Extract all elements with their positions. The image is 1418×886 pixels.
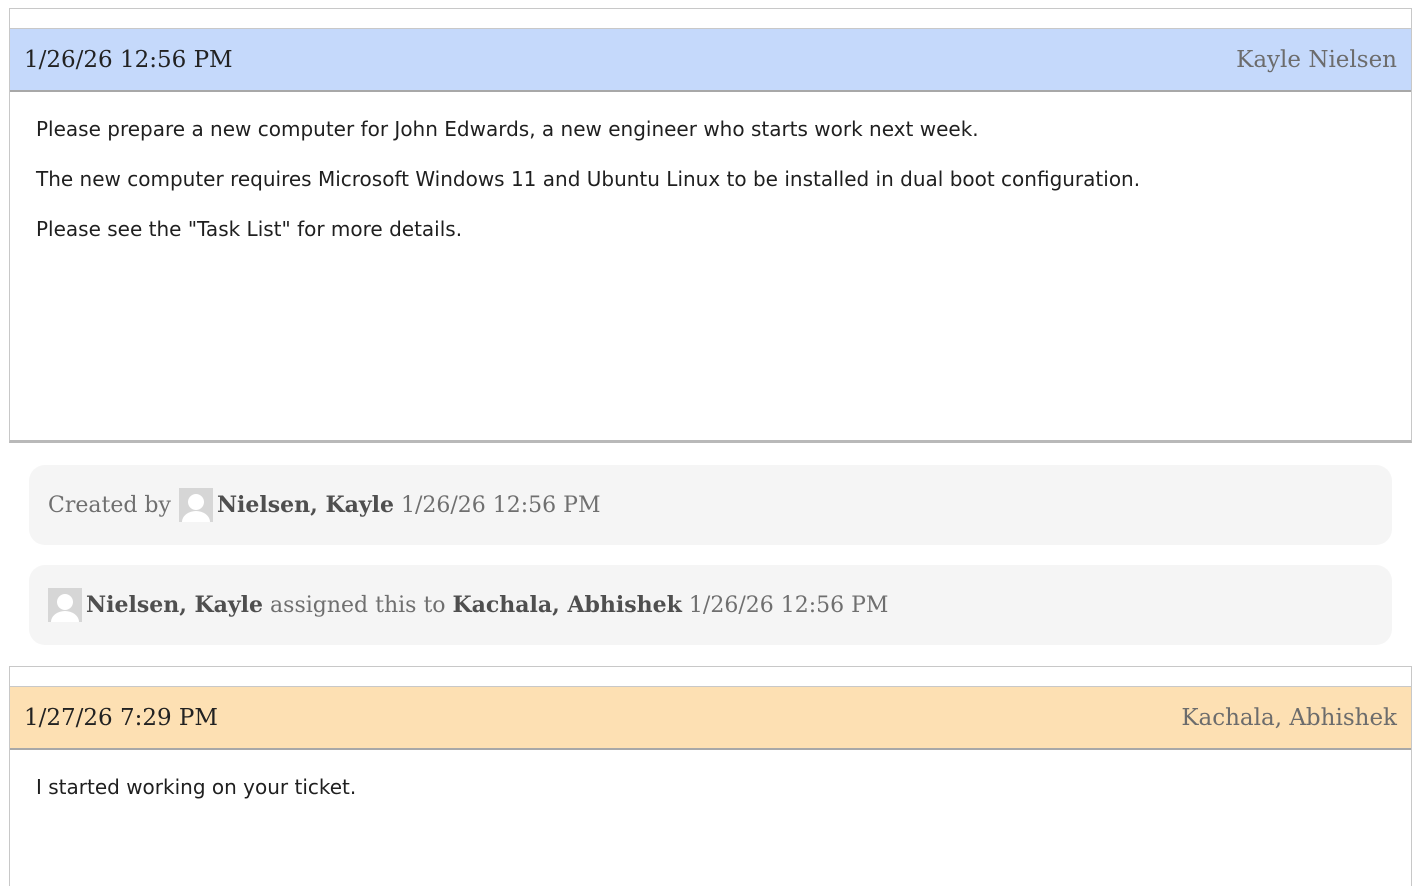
ticket-paragraph: Please see the "Task List" for more deta… bbox=[36, 217, 463, 241]
reply-header: 1/27/26 7:29 PM Kachala, Abhishek bbox=[10, 687, 1411, 750]
assigner-name[interactable]: Nielsen, Kayle bbox=[86, 592, 263, 618]
ticket-paragraph: The new computer requires Microsoft Wind… bbox=[36, 167, 1141, 191]
ticket-author[interactable]: Kayle Nielsen bbox=[1236, 47, 1397, 73]
assigned-event: Nielsen, Kayle assigned this to Kachala,… bbox=[29, 565, 1392, 645]
assignee-name[interactable]: Kachala, Abhishek bbox=[453, 592, 682, 618]
ticket-header: 1/26/26 12:56 PM Kayle Nielsen bbox=[10, 29, 1411, 92]
assigned-timestamp: 1/26/26 12:56 PM bbox=[688, 592, 889, 618]
assigned-action: assigned this to bbox=[270, 592, 446, 618]
reply-paragraph: I started working on your ticket. bbox=[36, 775, 357, 799]
reply-card: 1/27/26 7:29 PM Kachala, Abhishek I star… bbox=[9, 666, 1412, 886]
user-avatar-icon bbox=[48, 588, 82, 622]
ticket-date: 1/26/26 12:56 PM bbox=[24, 46, 233, 73]
created-prefix: Created by bbox=[48, 492, 171, 518]
ticket-card: 1/26/26 12:56 PM Kayle Nielsen Please pr… bbox=[9, 8, 1412, 443]
card-top-spacer bbox=[10, 667, 1411, 687]
user-avatar-icon bbox=[178, 488, 213, 522]
created-event: Created by Nielsen, Kayle 1/26/26 12:56 … bbox=[29, 465, 1392, 545]
reply-date: 1/27/26 7:29 PM bbox=[24, 704, 218, 731]
created-timestamp: 1/26/26 12:56 PM bbox=[400, 492, 601, 518]
ticket-paragraph: Please prepare a new computer for John E… bbox=[36, 117, 979, 141]
creator-name[interactable]: Nielsen, Kayle bbox=[217, 492, 394, 518]
reply-body: I started working on your ticket. bbox=[10, 750, 1411, 805]
card-top-spacer bbox=[10, 9, 1411, 29]
ticket-body: Please prepare a new computer for John E… bbox=[10, 92, 1411, 247]
reply-author[interactable]: Kachala, Abhishek bbox=[1181, 705, 1397, 731]
